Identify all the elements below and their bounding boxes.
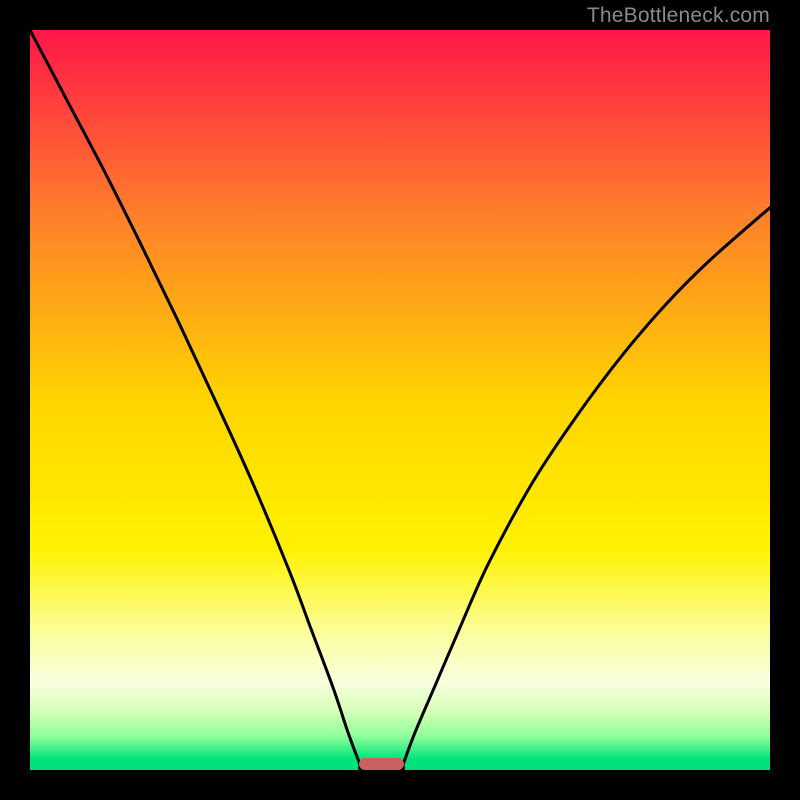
plot-area [30, 30, 770, 770]
bottleneck-marker [359, 758, 403, 770]
chart-frame: TheBottleneck.com [0, 0, 800, 800]
bottleneck-curve [30, 30, 770, 770]
watermark-text: TheBottleneck.com [587, 4, 770, 28]
